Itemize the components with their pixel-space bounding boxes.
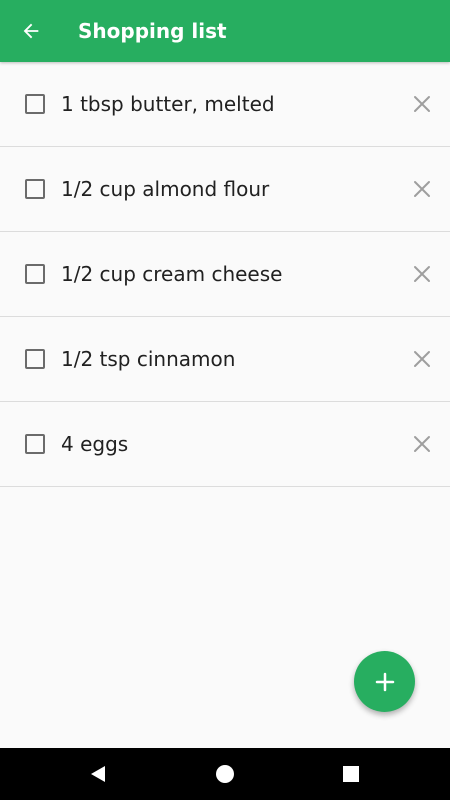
close-icon: [414, 351, 430, 367]
item-label: 1/2 cup cream cheese: [61, 262, 283, 286]
item-label: 1/2 tsp cinnamon: [61, 347, 236, 371]
delete-item-button[interactable]: [410, 347, 434, 371]
item-label: 1 tbsp butter, melted: [61, 92, 275, 116]
plus-icon: [375, 672, 394, 691]
close-icon: [414, 266, 430, 282]
item-label: 4 eggs: [61, 432, 129, 456]
list-item: 4 eggs: [0, 402, 450, 487]
back-button[interactable]: [0, 0, 62, 62]
list-item: 1/2 cup almond flour: [0, 147, 450, 232]
item-checkbox[interactable]: [25, 264, 45, 284]
page-title: Shopping list: [78, 19, 227, 43]
close-icon: [414, 436, 430, 452]
item-checkbox[interactable]: [25, 349, 45, 369]
item-checkbox[interactable]: [25, 179, 45, 199]
list-item: 1 tbsp butter, melted: [0, 62, 450, 147]
system-back-button[interactable]: [68, 748, 128, 800]
add-item-button[interactable]: [354, 651, 415, 712]
item-checkbox[interactable]: [25, 94, 45, 114]
delete-item-button[interactable]: [410, 92, 434, 116]
triangle-back-icon: [91, 766, 105, 782]
shopping-list: 1 tbsp butter, melted 1/2 cup almond flo…: [0, 62, 450, 487]
delete-item-button[interactable]: [410, 177, 434, 201]
list-item: 1/2 cup cream cheese: [0, 232, 450, 317]
item-label: 1/2 cup almond flour: [61, 177, 270, 201]
close-icon: [414, 96, 430, 112]
square-recents-icon: [343, 766, 359, 782]
close-icon: [414, 181, 430, 197]
list-item: 1/2 tsp cinnamon: [0, 317, 450, 402]
item-checkbox[interactable]: [25, 434, 45, 454]
arrow-left-icon: [23, 23, 39, 39]
system-recents-button[interactable]: [321, 748, 381, 800]
circle-home-icon: [216, 765, 234, 783]
system-nav-bar: [0, 748, 450, 800]
system-home-button[interactable]: [195, 748, 255, 800]
delete-item-button[interactable]: [410, 262, 434, 286]
delete-item-button[interactable]: [410, 432, 434, 456]
app-bar: Shopping list: [0, 0, 450, 62]
